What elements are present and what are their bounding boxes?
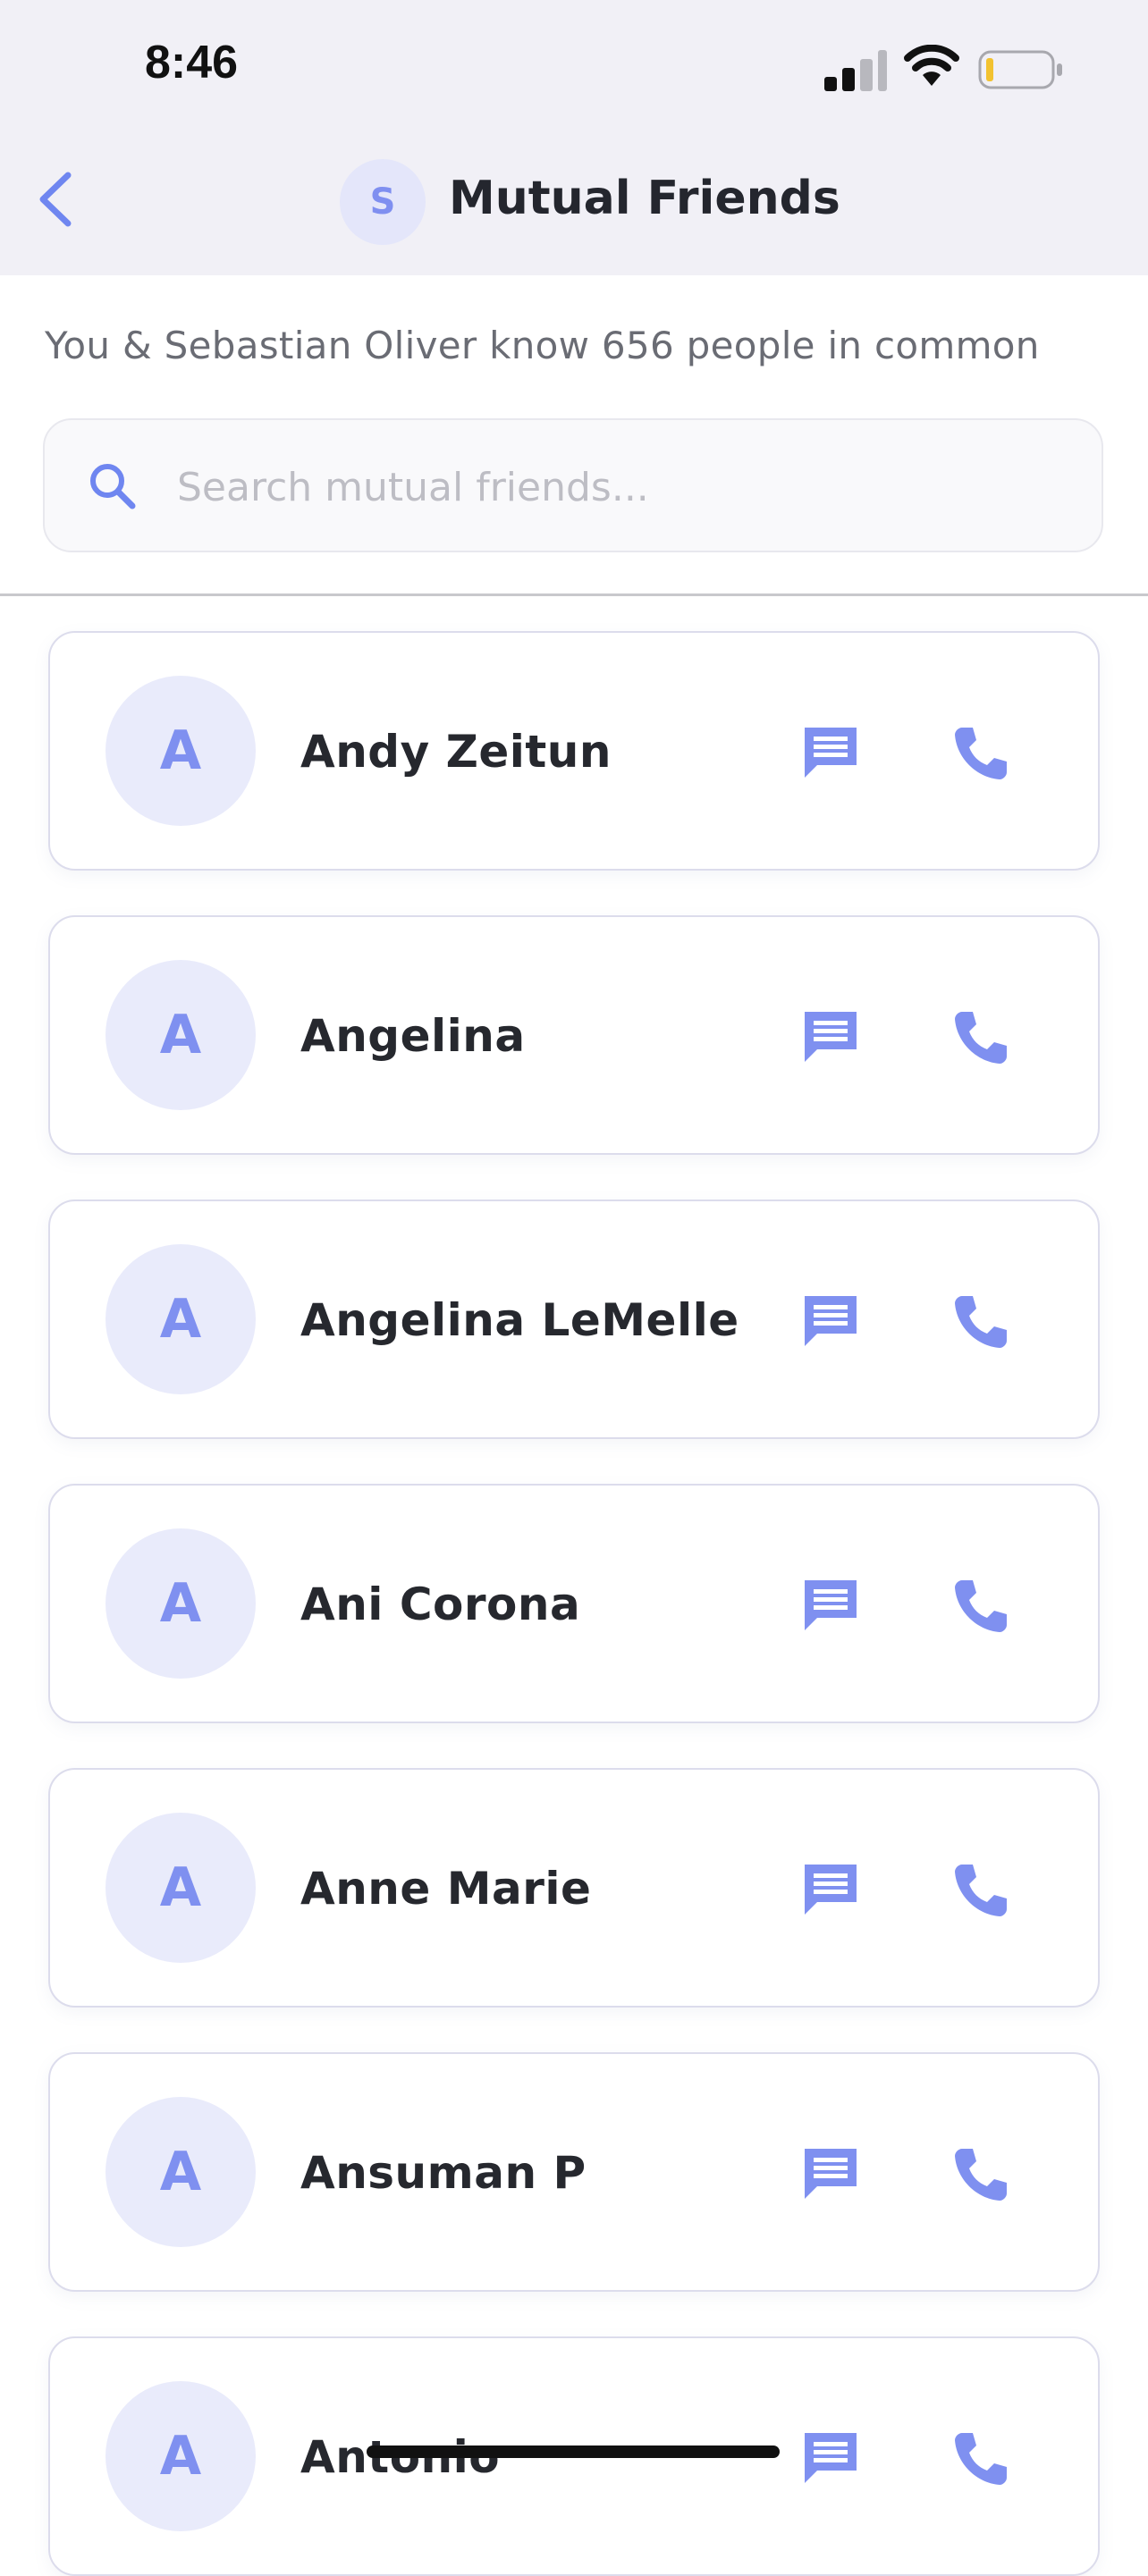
call-button[interactable] bbox=[950, 1859, 1012, 1925]
friend-name: Ansuman P bbox=[300, 2147, 587, 2199]
search-bar[interactable] bbox=[43, 418, 1103, 552]
message-button[interactable] bbox=[799, 1859, 862, 1925]
mutual-count-text: You & Sebastian Oliver know 656 people i… bbox=[45, 324, 1040, 367]
call-button[interactable] bbox=[950, 1006, 1012, 1073]
call-button[interactable] bbox=[950, 2143, 1012, 2210]
avatar: S bbox=[340, 159, 426, 245]
message-icon bbox=[805, 2433, 857, 2483]
home-indicator bbox=[367, 2446, 780, 2458]
message-icon bbox=[805, 1580, 857, 1630]
phone-icon bbox=[955, 2149, 1007, 2201]
list-item[interactable]: A Ani Corona bbox=[48, 1484, 1100, 1723]
message-button[interactable] bbox=[799, 1006, 862, 1073]
friend-name: Anne Marie bbox=[300, 1863, 592, 1915]
message-icon bbox=[805, 2149, 857, 2199]
friend-name: Ani Corona bbox=[300, 1578, 581, 1630]
chevron-left-icon bbox=[39, 172, 72, 227]
message-button[interactable] bbox=[799, 2428, 862, 2494]
list-item[interactable]: A Angelina bbox=[48, 915, 1100, 1155]
battery-icon bbox=[978, 50, 1062, 89]
top-header: 8:46 S Mutual Friends bbox=[0, 0, 1148, 275]
search-input[interactable] bbox=[175, 450, 1055, 524]
divider bbox=[0, 593, 1148, 596]
message-button[interactable] bbox=[799, 2143, 862, 2210]
friend-name: Andy Zeitun bbox=[300, 726, 612, 778]
call-button[interactable] bbox=[950, 2428, 1012, 2494]
status-time: 8:46 bbox=[145, 37, 239, 88]
message-button[interactable] bbox=[799, 1575, 862, 1641]
search-icon bbox=[90, 464, 136, 509]
avatar: A bbox=[106, 676, 256, 826]
avatar: A bbox=[106, 1528, 256, 1679]
message-icon bbox=[805, 1865, 857, 1915]
phone-icon bbox=[955, 1580, 1007, 1632]
wifi-icon bbox=[904, 45, 959, 86]
page-title: Mutual Friends bbox=[449, 172, 840, 225]
call-button[interactable] bbox=[950, 1291, 1012, 1357]
call-button[interactable] bbox=[950, 1575, 1012, 1641]
friend-name: Angelina LeMelle bbox=[300, 1294, 739, 1346]
call-button[interactable] bbox=[950, 722, 1012, 788]
message-button[interactable] bbox=[799, 1291, 862, 1357]
avatar: A bbox=[106, 960, 256, 1110]
message-icon bbox=[805, 1012, 857, 1062]
friend-name: Angelina bbox=[300, 1010, 526, 1062]
avatar: A bbox=[106, 1813, 256, 1963]
avatar: A bbox=[106, 2381, 256, 2531]
list-item[interactable]: A Anne Marie bbox=[48, 1768, 1100, 2008]
list-item[interactable]: A Ansuman P bbox=[48, 2052, 1100, 2292]
phone-icon bbox=[955, 2433, 1007, 2485]
message-button[interactable] bbox=[799, 722, 862, 788]
phone-icon bbox=[955, 1012, 1007, 1064]
avatar: A bbox=[106, 2097, 256, 2247]
message-icon bbox=[805, 728, 857, 778]
phone-icon bbox=[955, 1296, 1007, 1348]
message-icon bbox=[805, 1296, 857, 1346]
phone-icon bbox=[955, 1865, 1007, 1916]
phone-icon bbox=[955, 728, 1007, 779]
list-item[interactable]: A Andy Zeitun bbox=[48, 631, 1100, 871]
cellular-signal-icon bbox=[824, 46, 887, 91]
back-button[interactable] bbox=[34, 170, 88, 232]
list-item[interactable]: A Angelina LeMelle bbox=[48, 1200, 1100, 1439]
avatar: A bbox=[106, 1244, 256, 1394]
